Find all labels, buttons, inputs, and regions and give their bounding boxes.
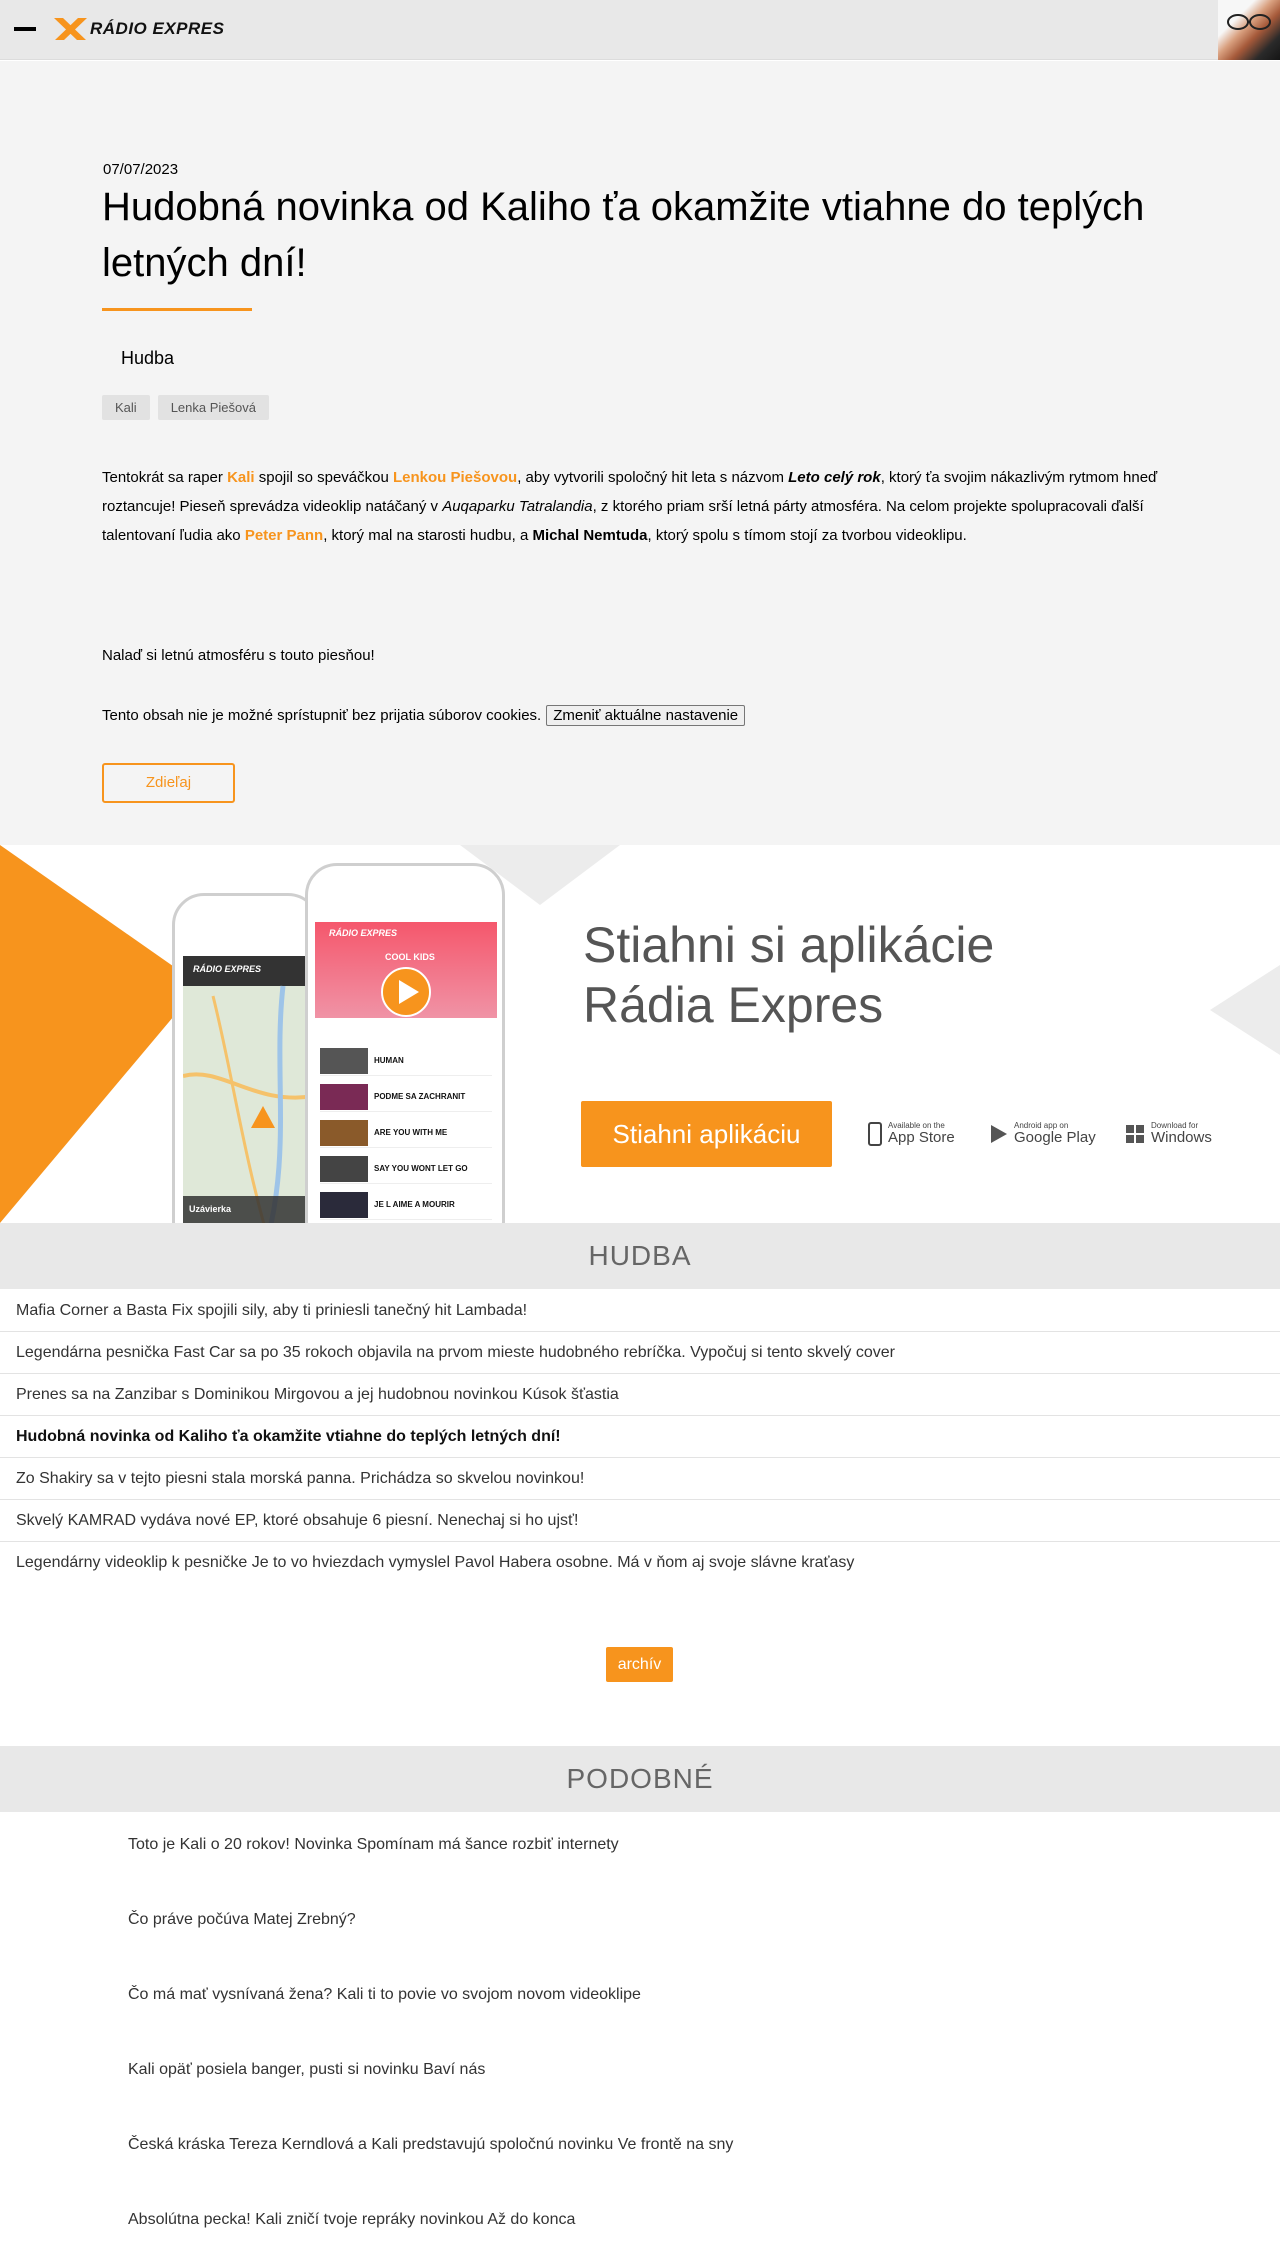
phone-icon xyxy=(868,1121,882,1146)
article-date: 07/07/2023 xyxy=(103,161,179,178)
article-category[interactable]: Hudba xyxy=(121,348,174,369)
park-name: Auqaparku Tatralandia xyxy=(442,498,593,515)
similar-item[interactable]: Česká kráska Tereza Kerndlová a Kali pre… xyxy=(0,2112,1280,2187)
list-item[interactable]: Legendárna pesnička Fast Car sa po 35 ro… xyxy=(0,1332,1280,1374)
banner-heading-line1: Stiahni si aplikácie xyxy=(583,917,995,973)
hamburger-icon[interactable] xyxy=(14,27,36,31)
body-text: , ktorý mal na starosti hudbu, a xyxy=(323,527,533,544)
list-item[interactable]: Prenes sa na Zanzibar s Dominikou Mirgov… xyxy=(0,1374,1280,1416)
song-title: Leto celý rok xyxy=(788,469,881,486)
similar-list: Toto je Kali o 20 rokov! Novinka Spomína… xyxy=(0,1812,1280,2260)
app-store-badge[interactable]: Available on the App Store xyxy=(868,1121,955,1146)
share-button[interactable]: Zdieľaj xyxy=(102,763,235,803)
banner-heading-line2: Rádia Expres xyxy=(583,977,884,1033)
logo-text: RÁDIO EXPRES xyxy=(90,19,225,38)
article-paragraph-2: Nalaď si letnú atmosféru s touto piesňou… xyxy=(102,647,375,664)
tag-kali[interactable]: Kali xyxy=(102,395,150,420)
article-title: Hudobná novinka od Kaliho ťa okamžite vt… xyxy=(102,185,1145,285)
track-title: SAY YOU WONT LET GO xyxy=(374,1164,468,1173)
cookie-notice: Tento obsah nie je možné sprístupniť bez… xyxy=(102,705,746,726)
hudba-list: Mafia Corner a Basta Fix spojili sily, a… xyxy=(0,1290,1280,1584)
section-heading-podobne: PODOBNÉ xyxy=(0,1746,1280,1812)
tag-list: Kali Lenka Piešová xyxy=(102,395,269,420)
track-row: ARE YOU WITH ME xyxy=(320,1118,492,1148)
phone-back-logo: RÁDIO EXPRES xyxy=(193,964,262,974)
play-icon xyxy=(381,967,431,1017)
cookie-text: Tento obsah nie je možné sprístupniť bez… xyxy=(102,707,542,724)
similar-item[interactable]: Čo práve počúva Matej Zrebný? xyxy=(0,1887,1280,1962)
phone-map-mockup: RÁDIO EXPRES Uzávierka xyxy=(172,893,320,1223)
windows-badge[interactable]: Download for Windows xyxy=(1125,1121,1212,1146)
track-title: JE L AIME A MOURIR xyxy=(374,1200,455,1209)
store-name: Windows xyxy=(1151,1129,1212,1146)
user-avatar[interactable] xyxy=(1218,0,1280,60)
banner-heading: Stiahni si aplikácie Rádia Expres xyxy=(583,915,994,1035)
track-row: HUMAN xyxy=(320,1046,492,1076)
map-roads xyxy=(182,956,316,1223)
phone-player-mockup: RÁDIO EXPRES COOL KIDS HUMAN PODME SA ZA… xyxy=(305,863,505,1223)
track-row: SAY YOU WONT LET GO xyxy=(320,1154,492,1184)
body-text: Tentokrát sa raper xyxy=(102,469,228,486)
track-row: PODME SA ZACHRANIT xyxy=(320,1082,492,1112)
similar-item[interactable]: Kali opäť posiela banger, pusti si novin… xyxy=(0,2037,1280,2112)
map-screen: RÁDIO EXPRES Uzávierka xyxy=(182,956,316,1223)
track-title: PODME SA ZACHRANIT xyxy=(374,1092,466,1101)
track-title: ARE YOU WITH ME xyxy=(374,1128,448,1137)
list-item-current[interactable]: Hudobná novinka od Kaliho ťa okamžite vt… xyxy=(0,1416,1280,1458)
body-text: spojil so speváčkou xyxy=(254,469,393,486)
similar-item[interactable]: Čo má mať vysnívaná žena? Kali ti to pov… xyxy=(0,1962,1280,2037)
track-row: JE L AIME A MOURIR xyxy=(320,1190,492,1220)
title-underline xyxy=(102,308,252,311)
similar-item[interactable]: Toto je Kali o 20 rokov! Novinka Spomína… xyxy=(0,1812,1280,1887)
download-app-button[interactable]: Stiahni aplikáciu xyxy=(581,1101,832,1167)
michal-nemtuda: Michal Nemtuda xyxy=(532,527,648,544)
google-play-badge[interactable]: Android app on Google Play xyxy=(990,1121,1096,1146)
link-lenka[interactable]: Lenkou Piešovou xyxy=(393,469,517,486)
link-kali[interactable]: Kali xyxy=(227,469,255,486)
track-title: HUMAN xyxy=(374,1056,404,1065)
article-body: Tentokrát sa raper Kali spojil so speváč… xyxy=(102,463,1182,550)
player-screen: RÁDIO EXPRES COOL KIDS HUMAN PODME SA ZA… xyxy=(315,922,497,1223)
store-name: Google Play xyxy=(1014,1129,1096,1146)
logo-x-icon xyxy=(54,18,87,40)
top-bar: RÁDIO EXPRES xyxy=(0,0,1280,60)
body-text: , aby vytvorili spoločný hit leta s názv… xyxy=(517,469,789,486)
phone-back-label: Uzávierka xyxy=(189,1204,232,1214)
radio-expres-logo[interactable]: RÁDIO EXPRES xyxy=(52,14,224,44)
tag-lenka-piesova[interactable]: Lenka Piešová xyxy=(157,395,269,420)
cookie-settings-button[interactable]: Zmeniť aktuálne nastavenie xyxy=(546,705,746,726)
archive-button[interactable]: archív xyxy=(606,1647,673,1682)
list-item[interactable]: Legendárny videoklip k pesničke Je to vo… xyxy=(0,1542,1280,1584)
article: 07/07/2023 Hudobná novinka od Kaliho ťa … xyxy=(0,61,1280,845)
body-text: , ktorý spolu s tímom stojí za tvorbou v… xyxy=(647,527,967,544)
list-item[interactable]: Skvelý KAMRAD vydáva nové EP, ktoré obsa… xyxy=(0,1500,1280,1542)
link-peter-pann[interactable]: Peter Pann xyxy=(245,527,323,544)
list-item[interactable]: Mafia Corner a Basta Fix spojili sily, a… xyxy=(0,1290,1280,1332)
play-store-icon xyxy=(991,1124,1007,1143)
section-heading-hudba: HUDBA xyxy=(0,1223,1280,1289)
avatar-image xyxy=(1227,14,1271,30)
player-header: RÁDIO EXPRES COOL KIDS xyxy=(315,922,497,1018)
list-item[interactable]: Zo Shakiry sa v tejto piesni stala morsk… xyxy=(0,1458,1280,1500)
app-banner[interactable]: RÁDIO EXPRES Uzávierka RÁDIO EXPRES COOL… xyxy=(0,845,1280,1223)
similar-item[interactable]: Absolútna pecka! Kali zničí tvoje reprák… xyxy=(0,2187,1280,2260)
windows-icon xyxy=(1126,1124,1144,1143)
store-name: App Store xyxy=(888,1129,955,1146)
